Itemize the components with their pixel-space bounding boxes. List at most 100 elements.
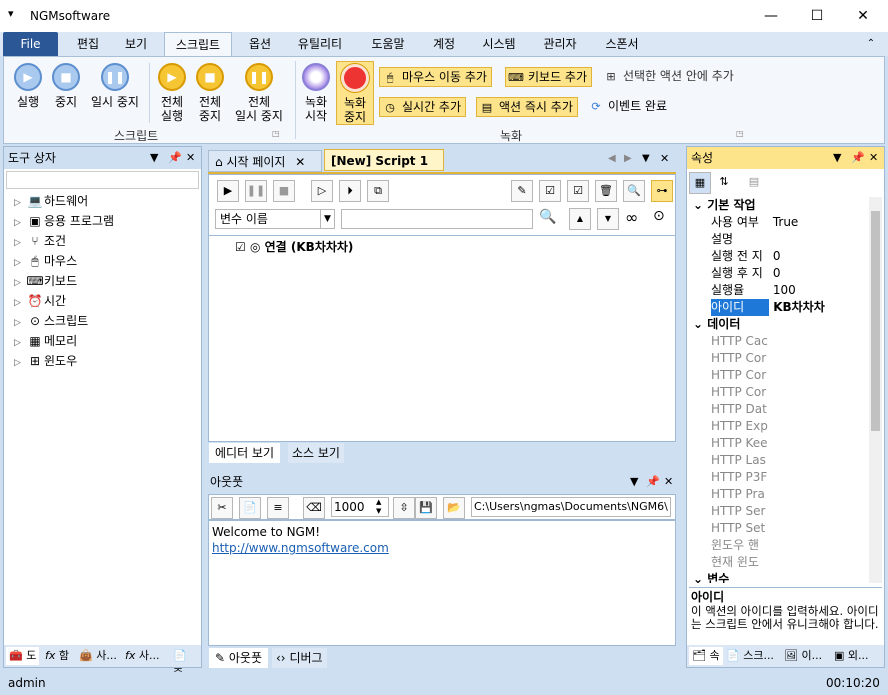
tree-item-keyboard[interactable]: ▷ ⌨키보드	[14, 271, 77, 291]
panel-close-icon[interactable]: ✕	[869, 147, 878, 169]
editor-view-tab[interactable]: 에디터 보기	[209, 443, 281, 463]
tab-external[interactable]: ▣ 외...	[831, 647, 872, 665]
check-all-icon[interactable]: ☑	[567, 180, 589, 202]
add-action-now-button[interactable]: ▤ 액션 즉시 추가	[476, 97, 578, 117]
property-pages-icon[interactable]: ▤	[743, 172, 765, 194]
property-row[interactable]: HTTP Set	[711, 520, 867, 537]
record-stop-button[interactable]: 녹화 중지	[336, 61, 374, 125]
property-row[interactable]: HTTP Pra	[711, 486, 867, 503]
search-icon[interactable]: 🔍	[539, 209, 556, 225]
checkbox-icon[interactable]: ☑	[235, 240, 246, 254]
menu-system[interactable]: 시스템	[474, 32, 524, 56]
search-icon[interactable]: 🔍	[623, 180, 645, 202]
property-row[interactable]: HTTP Exp	[711, 418, 867, 435]
tab-script-1[interactable]: [New] Script 1 ✕	[324, 149, 444, 190]
pin-icon[interactable]: 📌	[851, 147, 865, 169]
run-button[interactable]: ▶ 실행	[8, 63, 48, 109]
tree-node-connect[interactable]: ☑ ◎ 연결 (KB차차차)	[235, 238, 353, 256]
more-icon[interactable]: ⊙	[653, 208, 665, 224]
property-row[interactable]: HTTP Cac	[711, 333, 867, 350]
menu-utility[interactable]: 유틸리티	[290, 32, 350, 56]
toolbox-search-input[interactable]	[6, 171, 199, 189]
tab-script-explorer[interactable]: 📄 스크...	[723, 647, 777, 665]
group-launcher-icon[interactable]: ◳	[736, 129, 744, 138]
log-count-stepper[interactable]: 1000 ▲ ▼	[331, 497, 389, 517]
tab-scroll-right-icon[interactable]: ▶	[624, 153, 632, 164]
arrow-down-icon[interactable]: ▼	[597, 208, 619, 230]
infinity-icon[interactable]: ∞	[625, 208, 638, 227]
panel-close-icon[interactable]: ✕	[664, 471, 673, 493]
stop-all-button[interactable]: ■ 전체 중지	[190, 63, 230, 123]
tree-item-time[interactable]: ▷ ⏰ 시간	[14, 291, 66, 311]
menu-admin[interactable]: 관리자	[534, 32, 586, 56]
eraser-icon[interactable]: ⌫	[303, 497, 325, 519]
ribbon-collapse-icon[interactable]: ⌃	[862, 32, 880, 56]
property-row[interactable]: 사용 여부 True	[711, 214, 867, 231]
tab-scroll-left-icon[interactable]: ◀	[608, 153, 616, 164]
folder-icon[interactable]: 📂	[443, 497, 465, 519]
run-all-button[interactable]: ▶ 전체 실행	[152, 63, 192, 123]
step-into-icon[interactable]: ⏵	[339, 180, 361, 202]
property-row[interactable]: HTTP Cor	[711, 384, 867, 401]
tree-item-memory[interactable]: ▷ ▦ 메모리	[14, 331, 77, 351]
tab-list-icon[interactable]: ▼	[642, 153, 650, 164]
tab-images[interactable]: 🖼 이...	[781, 647, 825, 665]
menu-file[interactable]: File	[3, 32, 58, 56]
menu-script[interactable]: 스크립트	[164, 32, 232, 57]
close-button[interactable]: ✕	[840, 0, 886, 32]
panel-close-icon[interactable]: ✕	[186, 147, 195, 169]
step-icon[interactable]: ▷	[311, 180, 333, 202]
tree-item-script[interactable]: ▷ ⊙ 스크립트	[14, 311, 88, 331]
property-row[interactable]: HTTP Dat	[711, 401, 867, 418]
categorized-icon[interactable]: ▦	[689, 172, 711, 194]
property-row[interactable]: HTTP Las	[711, 452, 867, 469]
menu-help[interactable]: 도움말	[362, 32, 414, 56]
document-settings-icon[interactable]: 📄	[239, 497, 261, 519]
property-row[interactable]: 실행 전 지 0	[711, 248, 867, 265]
tree-item-hardware[interactable]: ▷ 💻 하드웨어	[14, 191, 88, 211]
tab-start-page[interactable]: ⌂ 시작 페이지 ✕	[208, 150, 322, 172]
align-icon[interactable]: ⇳	[393, 497, 415, 519]
check-icon[interactable]: ☑	[539, 180, 561, 202]
save-icon[interactable]: 💾	[415, 497, 437, 519]
add-in-selected-button[interactable]: ⊞ 선택한 액션 안에 추가	[601, 67, 738, 87]
source-view-tab[interactable]: 소스 보기	[288, 443, 344, 463]
play-icon[interactable]: ▶	[217, 180, 239, 202]
variable-select[interactable]: 변수 이름 ▼	[215, 209, 335, 229]
tab-debug[interactable]: ‹› 디버그	[272, 648, 327, 668]
step-over-icon[interactable]: ⧉	[367, 180, 389, 202]
tab-output[interactable]: ✎ 아웃풋	[209, 648, 269, 668]
menu-options[interactable]: 옵션	[238, 32, 282, 56]
stop-icon[interactable]: ■	[273, 180, 295, 202]
pin-icon[interactable]: 📌	[646, 471, 660, 493]
tree-item-window[interactable]: ▷ ⊞ 윈도우	[14, 351, 77, 371]
log-path-input[interactable]: C:\Users\ngmas\Documents\NGM6\	[471, 497, 671, 517]
menu-view[interactable]: 보기	[114, 32, 158, 56]
sort-alpha-icon[interactable]: ⇅	[713, 172, 735, 194]
property-row[interactable]: HTTP Cor	[711, 350, 867, 367]
property-row-selected[interactable]: 아이디 KB차차차	[711, 299, 867, 316]
property-row[interactable]: 현재 윈도	[711, 554, 867, 571]
tree-item-application[interactable]: ▷ ▣ 응용 프로그램	[14, 211, 114, 231]
add-realtime-button[interactable]: ◷ 실시간 추가	[379, 97, 467, 117]
property-row[interactable]: 실행 후 지 0	[711, 265, 867, 282]
add-mouse-move-button[interactable]: 🖱 마우스 이동 추가	[379, 67, 492, 87]
stepper-arrows-icon[interactable]: ▲ ▼	[376, 498, 381, 516]
event-done-button[interactable]: ⟳ 이벤트 완료	[586, 97, 671, 117]
system-menu-icon[interactable]: ▾	[8, 7, 14, 20]
tree-item-condition[interactable]: ▷ ⑂ 조건	[14, 231, 66, 251]
category-variable[interactable]: ⌄ 변수	[693, 571, 729, 583]
list-icon[interactable]: ≡	[267, 497, 289, 519]
panel-menu-icon[interactable]: ▼	[630, 471, 638, 493]
category-basic[interactable]: ⌄ 기본 작업	[693, 197, 756, 214]
tab-functions[interactable]: fx 함	[42, 647, 72, 665]
tab-properties[interactable]: 🗂 속	[689, 647, 723, 665]
minimize-button[interactable]: —	[748, 0, 794, 32]
menu-sponsor[interactable]: 스폰서	[596, 32, 648, 56]
tree-item-mouse[interactable]: ▷ 🖱 마우스	[14, 251, 77, 271]
property-scrollbar[interactable]	[869, 197, 882, 583]
editor-close-icon[interactable]: ✕	[660, 152, 669, 165]
stop-button[interactable]: ■ 중지	[46, 63, 86, 109]
edit-icon[interactable]: ✎	[511, 180, 533, 202]
menu-account[interactable]: 계정	[424, 32, 464, 56]
